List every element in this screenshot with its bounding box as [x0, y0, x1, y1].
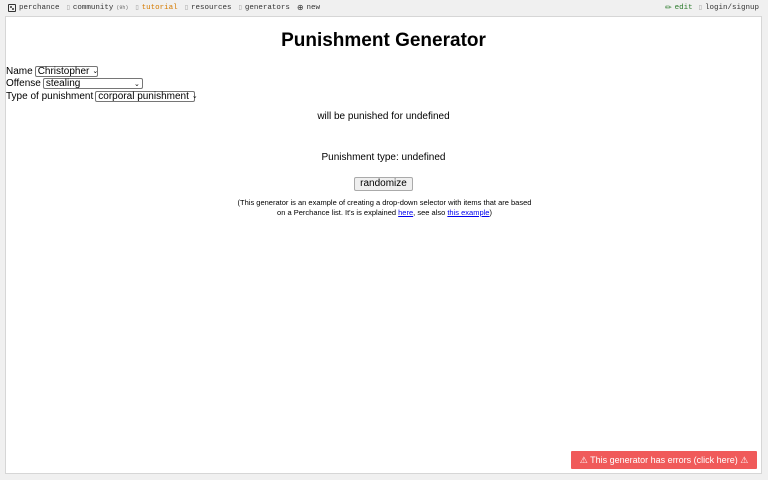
nav-tutorial-link[interactable]: ▯ tutorial — [135, 0, 177, 16]
name-row: Name Christopher ⌄ — [6, 65, 195, 78]
nav-community-label: community — [72, 4, 114, 12]
note-example-link[interactable]: this example — [447, 208, 489, 217]
punishment-type-label: Type of punishment — [6, 90, 94, 102]
nav-brand-label: perchance — [19, 4, 60, 12]
resources-icon: ▯ — [184, 4, 188, 11]
chat-icon: ▯ — [66, 4, 70, 11]
offense-label: Offense — [6, 78, 41, 90]
generators-icon: ▯ — [238, 4, 242, 11]
generator-output-panel: Punishment Generator Name Christopher ⌄ … — [5, 16, 762, 474]
name-label: Name — [6, 65, 33, 77]
user-icon: ▯ — [698, 4, 702, 11]
nav-new-label: new — [306, 4, 321, 12]
nav-edit-label: edit — [674, 4, 693, 12]
note-here-link[interactable]: here — [398, 208, 413, 217]
offense-select[interactable]: stealing ⌄ — [42, 78, 143, 90]
plus-circle-icon: ⊕ — [296, 3, 304, 12]
page-title: Punishment Generator — [281, 30, 486, 51]
punishment-type-select[interactable]: corporal punishment ⌄ — [95, 90, 198, 102]
top-nav-bar: perchance ▯ community (9h) ▯ tutorial ▯ … — [0, 0, 768, 16]
chevron-down-icon: ⌄ — [133, 79, 140, 88]
chevron-down-icon: ⌄ — [191, 92, 198, 101]
punishment-type-select-value: corporal punishment — [98, 90, 189, 102]
punishment-type-row: Type of punishment corporal punishment ⌄ — [6, 90, 198, 103]
nav-community-count: (9h) — [116, 5, 129, 11]
randomize-wrap: randomize — [6, 173, 761, 191]
nav-resources-label: resources — [191, 4, 232, 12]
nav-new-link[interactable]: ⊕ new — [297, 0, 320, 16]
nav-left-group: perchance ▯ community (9h) ▯ tutorial ▯ … — [8, 0, 320, 16]
selector-form: Name Christopher ⌄ Offense stealing ⌄ Ty… — [6, 65, 198, 103]
chevron-down-icon: ⌄ — [92, 67, 99, 76]
nav-edit-link[interactable]: ✏ edit — [665, 0, 693, 16]
error-banner[interactable]: ⚠ This generator has errors (click here)… — [571, 451, 757, 469]
nav-brand-link[interactable]: perchance — [8, 0, 60, 16]
book-icon: ▯ — [135, 4, 139, 11]
nav-tutorial-label: tutorial — [141, 4, 178, 12]
nav-right-group: ✏ edit ▯ login/signup — [665, 0, 759, 16]
name-select[interactable]: Christopher ⌄ — [34, 65, 99, 77]
offense-select-value: stealing — [45, 78, 81, 90]
nav-generators-label: generators — [244, 4, 290, 12]
nav-generators-link[interactable]: ▯ generators — [239, 0, 290, 16]
punishment-type-output: Punishment type: undefined — [321, 152, 446, 163]
punishment-sentence: will be punished for undefined — [317, 111, 450, 122]
dice-icon — [8, 4, 16, 12]
name-select-value: Christopher — [37, 65, 90, 77]
explanation-note: (This generator is an example of creatin… — [236, 198, 533, 217]
pencil-icon: ✏ — [664, 3, 672, 12]
randomize-button[interactable]: randomize — [354, 177, 413, 191]
offense-row: Offense stealing ⌄ — [6, 78, 195, 91]
nav-login-label: login/signup — [704, 4, 759, 12]
nav-resources-link[interactable]: ▯ resources — [185, 0, 232, 16]
nav-community-link[interactable]: ▯ community (9h) — [67, 0, 129, 16]
note-text-2: , see also — [413, 207, 448, 217]
note-text-3: ) — [489, 207, 492, 217]
nav-login-link[interactable]: ▯ login/signup — [699, 0, 759, 16]
